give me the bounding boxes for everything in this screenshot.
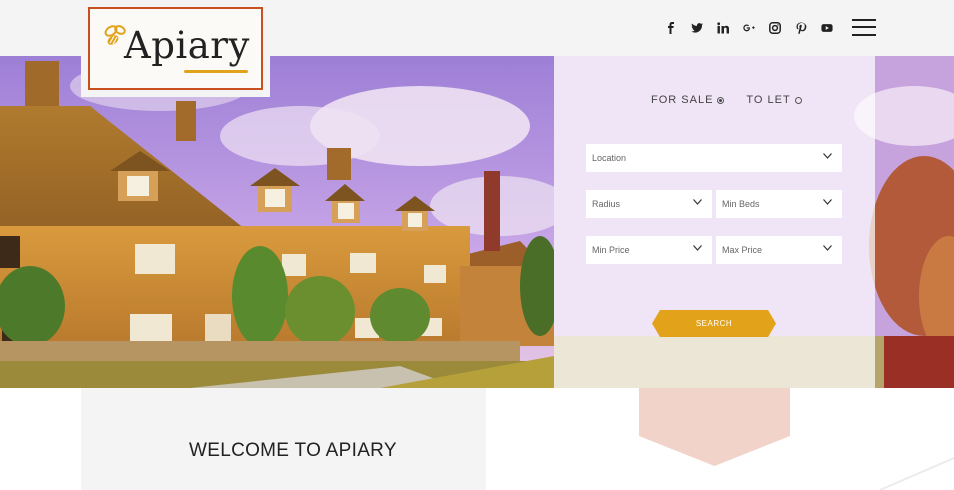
- logo-frame: Apiary: [88, 7, 263, 90]
- radio-selected-icon[interactable]: [717, 96, 725, 104]
- min-price-placeholder: Min Price: [592, 245, 630, 255]
- tab-for-sale[interactable]: FOR SALE: [651, 94, 725, 106]
- welcome-section: WELCOME TO APIARY: [81, 388, 486, 490]
- welcome-title: WELCOME TO APIARY: [189, 440, 397, 461]
- location-select[interactable]: Location: [586, 144, 842, 172]
- facebook-icon[interactable]: [664, 20, 678, 36]
- radio-unselected-icon[interactable]: [794, 96, 802, 104]
- min-price-select[interactable]: Min Price: [586, 236, 712, 264]
- page: Apiary FOR SALE TO LET Location Radius M…: [0, 0, 954, 490]
- radius-select[interactable]: Radius: [586, 190, 712, 218]
- tab-to-let-label: TO LET: [746, 94, 791, 106]
- logo[interactable]: Apiary: [81, 0, 270, 97]
- search-button[interactable]: SEARCH: [652, 310, 776, 337]
- chevron-down-icon: [693, 245, 702, 251]
- chevron-down-icon: [823, 245, 832, 251]
- linkedin-icon[interactable]: [716, 20, 730, 36]
- max-price-select[interactable]: Max Price: [716, 236, 842, 264]
- decorative-lines: [880, 457, 954, 490]
- pinterest-icon[interactable]: [794, 20, 808, 36]
- search-button-label: SEARCH: [695, 319, 733, 328]
- tab-to-let[interactable]: TO LET: [746, 94, 802, 106]
- decorative-pink-shape: [639, 388, 790, 466]
- logo-underline: [184, 70, 248, 73]
- social-links: [664, 20, 834, 36]
- chevron-down-icon: [693, 199, 702, 205]
- chevron-down-icon: [823, 153, 832, 159]
- search-tabs: FOR SALE TO LET: [651, 94, 802, 106]
- radius-placeholder: Radius: [592, 199, 621, 209]
- twitter-icon[interactable]: [690, 20, 704, 36]
- google-plus-icon[interactable]: [742, 20, 756, 36]
- youtube-icon[interactable]: [820, 20, 834, 36]
- min-beds-placeholder: Min Beds: [722, 199, 760, 209]
- instagram-icon[interactable]: [768, 20, 782, 36]
- logo-text: Apiary: [124, 24, 250, 67]
- tab-for-sale-label: FOR SALE: [651, 94, 714, 106]
- hamburger-menu-icon[interactable]: [852, 18, 876, 38]
- location-placeholder: Location: [592, 153, 627, 163]
- chevron-down-icon: [823, 199, 832, 205]
- property-search-panel: FOR SALE TO LET Location Radius Min Beds…: [554, 56, 875, 388]
- min-beds-select[interactable]: Min Beds: [716, 190, 842, 218]
- hero-cottages-image: [0, 56, 554, 388]
- max-price-placeholder: Max Price: [722, 245, 763, 255]
